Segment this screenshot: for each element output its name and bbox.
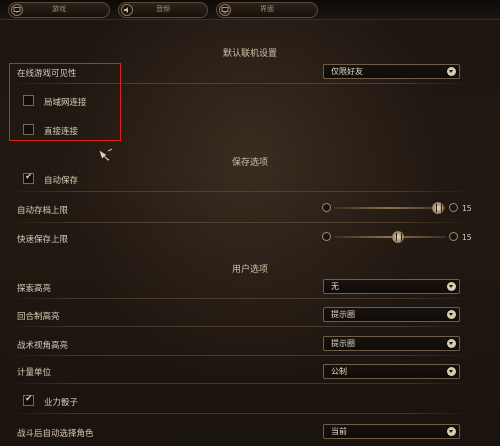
autosave-limit-value: 15	[462, 204, 472, 213]
highlight-annotation-box	[9, 63, 121, 141]
slider-track	[334, 236, 446, 238]
tab-audio-label: 音频	[156, 5, 170, 13]
turn-highlight-dropdown[interactable]: 提示圈	[323, 307, 460, 322]
tab-interface[interactable]: 界面	[216, 2, 318, 18]
slider-handle[interactable]	[432, 202, 444, 214]
turn-highlight-value: 提示圈	[331, 310, 355, 319]
tab-bar: 游戏 音频 界面	[0, 0, 500, 20]
autosave-checkbox[interactable]: ✔	[23, 172, 34, 184]
chevron-down-icon	[447, 310, 456, 319]
autosave-limit-label: 自动存档上限	[17, 206, 69, 216]
turn-highlight-label: 回合制高亮	[17, 312, 60, 322]
combat-select-value: 当前	[331, 427, 347, 436]
visibility-dropdown[interactable]: 仅限好友	[323, 64, 460, 79]
quicksave-limit-slider[interactable]	[322, 231, 458, 243]
combat-select-label: 战斗后自动选择角色	[17, 429, 94, 439]
slider-track	[334, 207, 446, 209]
tab-game-label: 游戏	[52, 5, 66, 13]
tactical-highlight-dropdown[interactable]: 提示圈	[323, 336, 460, 351]
check-icon: ✔	[25, 394, 33, 404]
check-icon: ✔	[25, 172, 33, 182]
quicksave-limit-label: 快速保存上限	[17, 235, 69, 245]
karmic-dice-label: 业力骰子	[44, 398, 79, 408]
units-value: 公制	[331, 367, 347, 376]
units-label: 计量单位	[17, 368, 52, 378]
explore-highlight-dropdown[interactable]: 无	[323, 279, 460, 294]
user-section-title: 用户选项	[231, 265, 268, 275]
divider	[8, 191, 472, 192]
explore-highlight-label: 探索高亮	[17, 284, 52, 294]
chevron-down-icon	[447, 282, 456, 291]
divider	[8, 355, 472, 356]
chevron-down-icon	[447, 339, 456, 348]
save-section-title: 保存选项	[231, 158, 268, 168]
tab-audio[interactable]: 音频	[118, 2, 208, 18]
autosave-limit-slider[interactable]	[322, 202, 458, 214]
divider	[8, 326, 472, 327]
units-dropdown[interactable]: 公制	[323, 364, 460, 379]
divider	[8, 413, 472, 414]
visibility-value: 仅限好友	[331, 67, 363, 76]
slider-handle[interactable]	[392, 231, 404, 243]
divider	[8, 222, 472, 223]
karmic-dice-checkbox[interactable]: ✔	[23, 394, 34, 406]
divider	[8, 298, 472, 299]
tab-game[interactable]: 游戏	[8, 2, 110, 18]
slider-left-cap	[322, 232, 331, 241]
combat-select-dropdown[interactable]: 当前	[323, 424, 460, 439]
chevron-down-icon	[447, 427, 456, 436]
slider-left-cap	[322, 203, 331, 212]
online-section-title: 默认联机设置	[222, 49, 277, 59]
chevron-down-icon	[447, 367, 456, 376]
slider-right-cap	[449, 232, 458, 241]
tab-interface-label: 界面	[260, 5, 274, 13]
quicksave-limit-value: 15	[462, 233, 472, 242]
tactical-highlight-label: 战术视角高亮	[17, 341, 69, 351]
autosave-label: 自动保存	[44, 176, 79, 186]
explore-highlight-value: 无	[331, 282, 339, 291]
slider-right-cap	[449, 203, 458, 212]
divider	[8, 383, 472, 384]
tactical-highlight-value: 提示圈	[331, 339, 355, 348]
chevron-down-icon	[447, 67, 456, 76]
